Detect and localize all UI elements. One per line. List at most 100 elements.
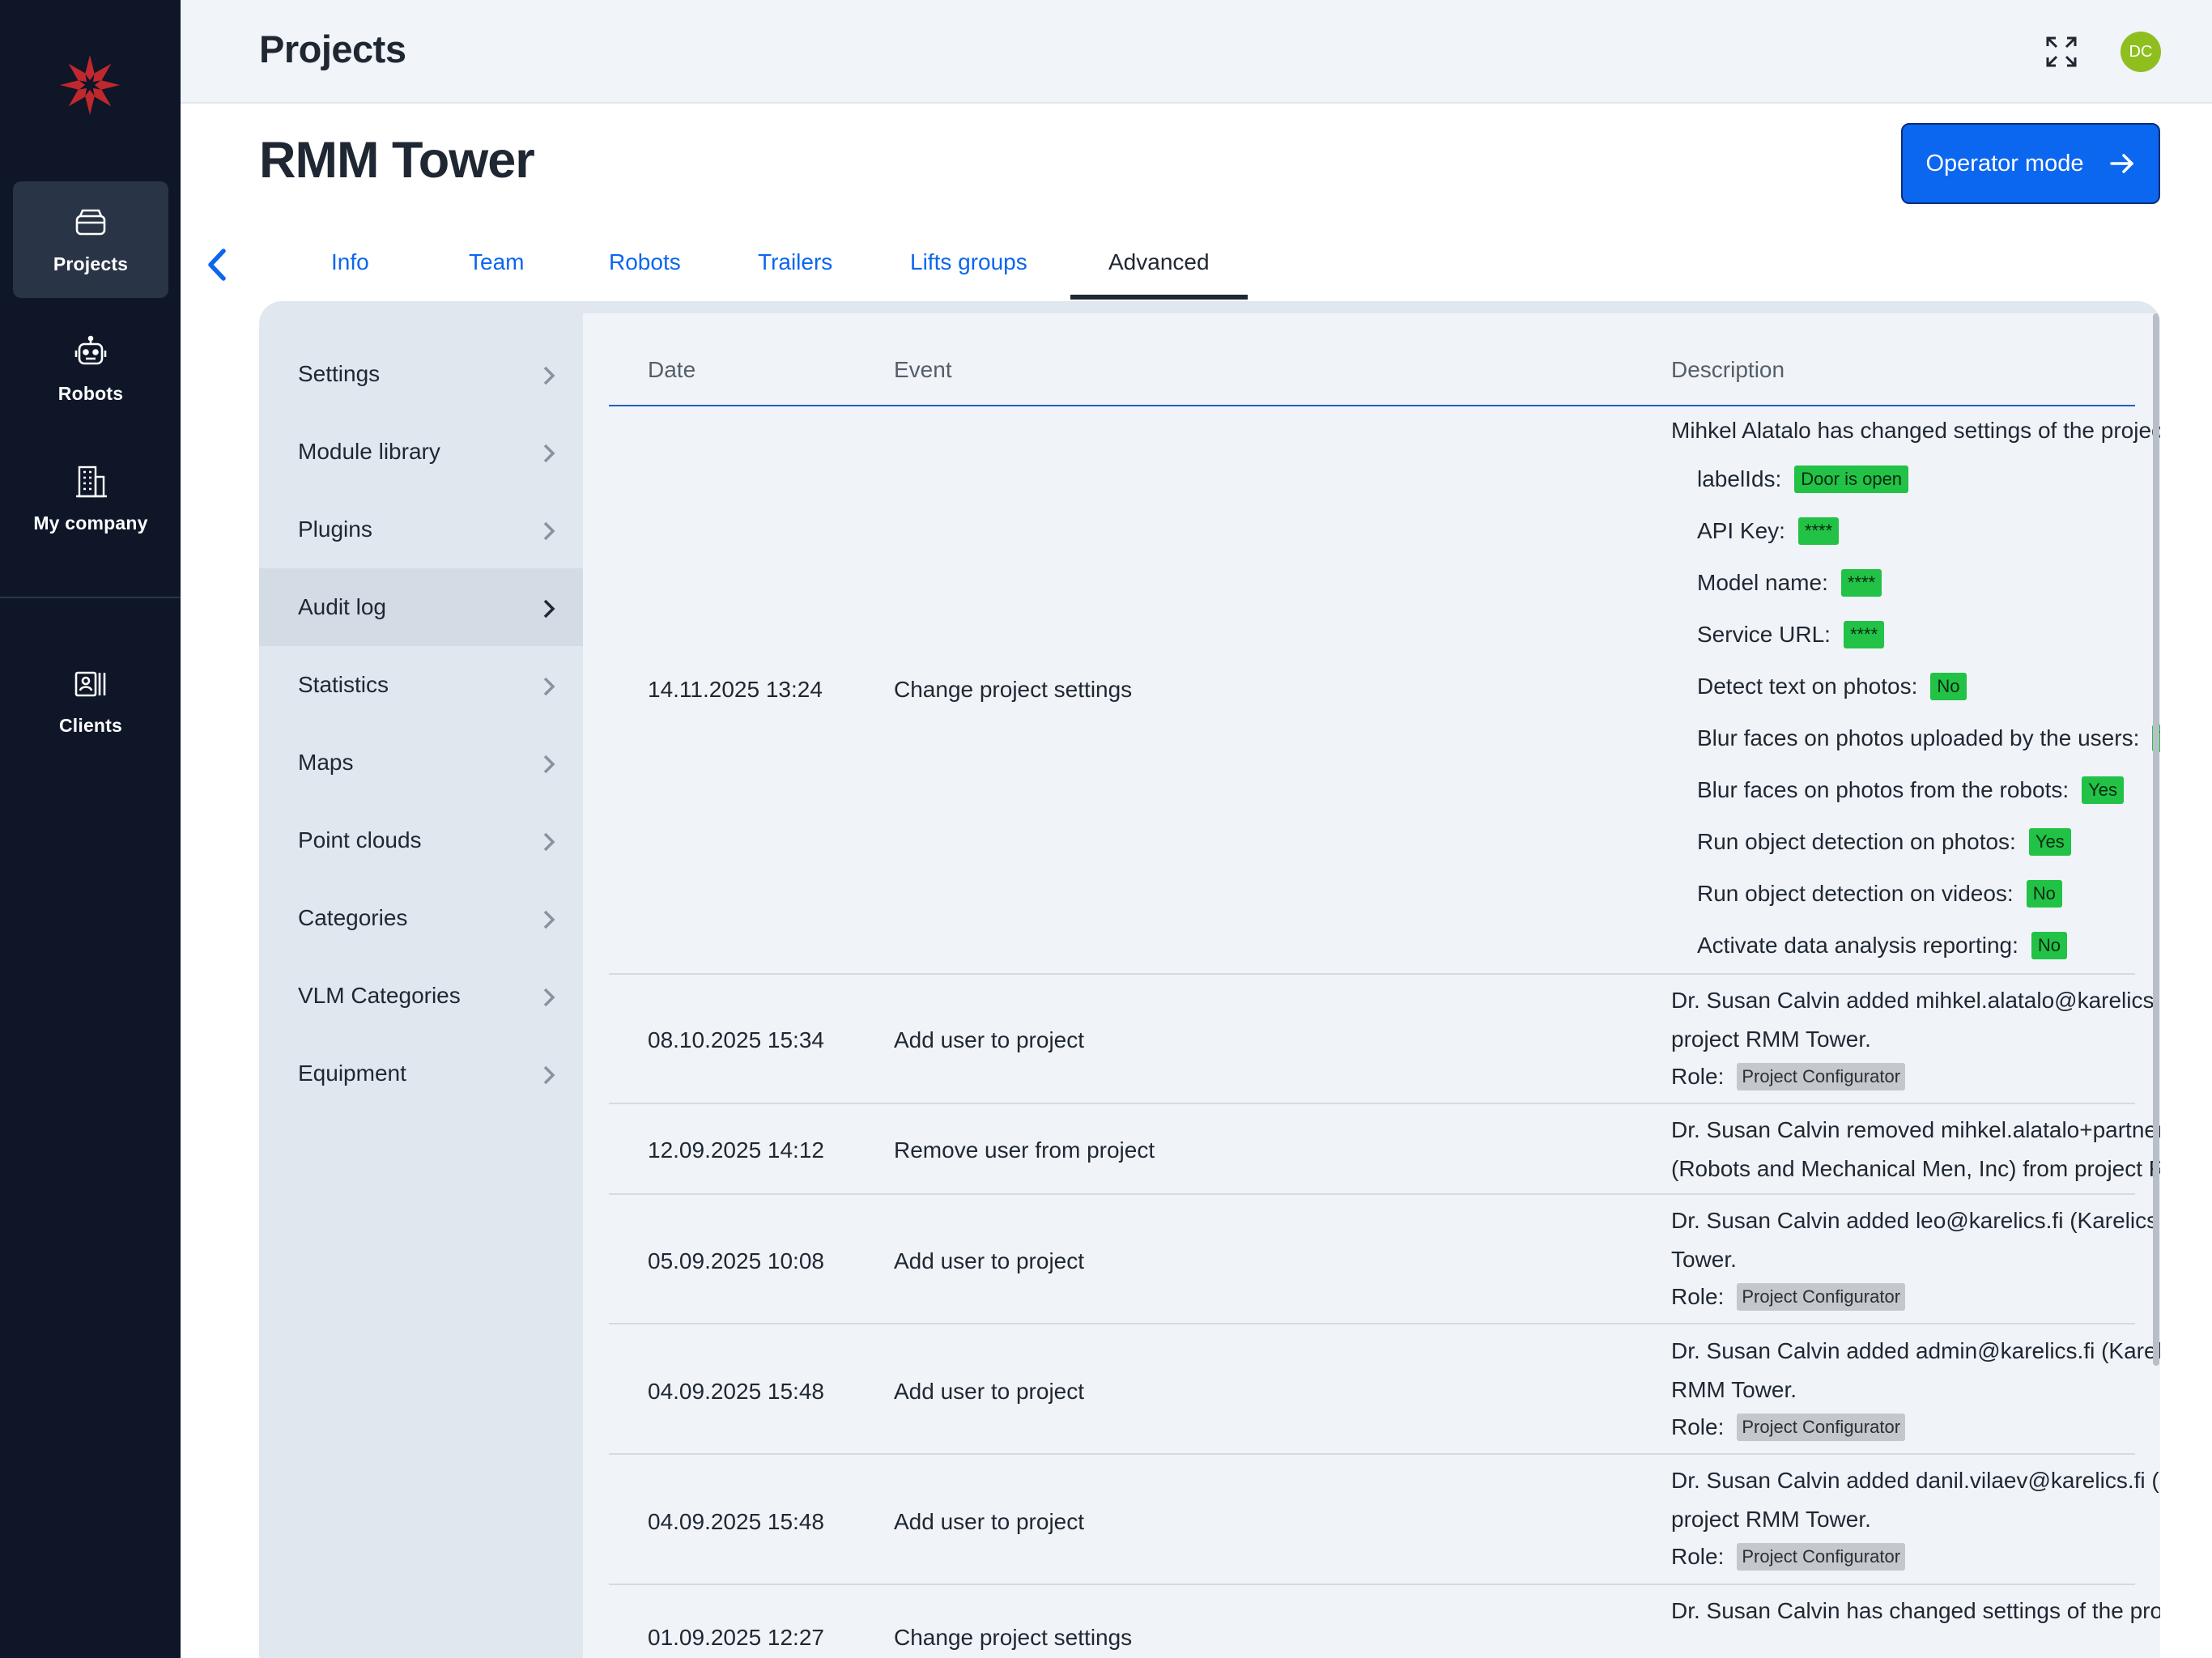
operator-mode-label: Operator mode — [1925, 150, 2084, 176]
role-line: Role: Project Configurator — [1671, 1283, 1906, 1311]
setting-label: Run object detection on photos: — [1697, 829, 2016, 854]
value-badge: No — [2026, 880, 2062, 908]
tab-lifts-groups[interactable]: Lifts groups — [910, 249, 1027, 275]
setting-change: Service URL: **** — [1697, 621, 1885, 648]
row-description-line: Dr. Susan Calvin added admin@karelics.fi… — [1671, 1338, 2160, 1363]
rail-item-robots[interactable]: Robots — [13, 311, 168, 427]
setting-change: Activate data analysis reporting: No — [1697, 932, 2068, 959]
row-description-line: project RMM Tower. — [1671, 1507, 1871, 1532]
back-chevron-icon[interactable] — [202, 246, 232, 283]
chevron-right-icon — [543, 1065, 555, 1085]
advanced-side-menu: Settings Module library Plugins Audit lo… — [259, 301, 583, 1658]
rail-label-projects: Projects — [53, 253, 129, 274]
menu-item-equipment[interactable]: Equipment — [259, 1035, 583, 1112]
menu-item-statistics[interactable]: Statistics — [259, 646, 583, 724]
tab-advanced[interactable]: Advanced — [1108, 249, 1210, 275]
menu-item-vlm-categories[interactable]: VLM Categories — [259, 957, 583, 1035]
setting-change: API Key: **** — [1697, 517, 1840, 545]
value-badge: Door is open — [1794, 466, 1909, 493]
project-box-icon — [75, 209, 106, 235]
rail-label-clients: Clients — [58, 714, 123, 736]
chevron-right-icon — [543, 444, 555, 463]
setting-label: Model name: — [1697, 570, 1828, 595]
setting-label: labelIds: — [1697, 466, 1782, 491]
setting-label: Blur faces on photos from the robots: — [1697, 777, 2069, 802]
setting-change: Blur faces on photos uploaded by the use… — [1697, 725, 2160, 752]
arrow-right-icon — [2109, 154, 2133, 173]
menu-label: VLM Categories — [298, 983, 461, 1008]
role-label: Role: — [1671, 1064, 1725, 1089]
role-label: Role: — [1671, 1544, 1725, 1569]
rail-label-my-company: My company — [33, 512, 148, 534]
chevron-right-icon — [543, 988, 555, 1007]
row-event: Add user to project — [894, 1027, 1085, 1052]
row-divider — [609, 1103, 2135, 1104]
tab-team[interactable]: Team — [469, 249, 524, 275]
chevron-right-icon — [543, 832, 555, 852]
tab-robots[interactable]: Robots — [609, 249, 681, 275]
menu-item-maps[interactable]: Maps — [259, 724, 583, 801]
row-event: Add user to project — [894, 1248, 1085, 1273]
setting-change: Detect text on photos: No — [1697, 673, 1967, 700]
tab-trailers[interactable]: Trailers — [758, 249, 832, 275]
row-divider — [609, 1193, 2135, 1195]
menu-item-categories[interactable]: Categories — [259, 879, 583, 957]
column-header-event[interactable]: Event — [894, 357, 952, 383]
role-label: Role: — [1671, 1414, 1725, 1439]
chevron-right-icon — [543, 677, 555, 696]
row-event: Change project settings — [894, 677, 1133, 702]
menu-item-module-library[interactable]: Module library — [259, 413, 583, 491]
rail-item-projects[interactable]: Projects — [13, 181, 168, 298]
menu-item-settings[interactable]: Settings — [259, 335, 583, 413]
top-bar: Projects — [181, 0, 2212, 104]
row-date: 14.11.2025 13:24 — [648, 677, 823, 702]
rail-item-my-company[interactable]: My company — [13, 440, 168, 557]
row-description: Dr. Susan Calvin has changed settings of… — [1671, 1598, 2160, 1623]
rail-label-robots: Robots — [57, 382, 124, 404]
row-event: Change project settings — [894, 1625, 1133, 1650]
chevron-right-icon — [543, 910, 555, 929]
row-description-line: Tower. — [1671, 1247, 1737, 1272]
row-event: Remove user from project — [894, 1137, 1155, 1163]
menu-label: Categories — [298, 905, 408, 930]
role-line: Role: Project Configurator — [1671, 1414, 1906, 1441]
row-date: 01.09.2025 12:27 — [648, 1625, 824, 1650]
operator-mode-button[interactable]: Operator mode — [1901, 123, 2160, 204]
menu-item-point-clouds[interactable]: Point clouds — [259, 801, 583, 879]
role-line: Role: Project Configurator — [1671, 1063, 1906, 1090]
row-date: 04.09.2025 15:48 — [648, 1379, 824, 1404]
setting-change: labelIds: Door is open — [1697, 466, 1909, 493]
menu-label: Audit log — [298, 594, 386, 619]
setting-change: Run object detection on photos: Yes — [1697, 828, 2071, 856]
menu-label: Module library — [298, 439, 440, 464]
user-avatar[interactable]: DC — [2121, 32, 2161, 72]
vertical-scrollbar[interactable] — [2153, 313, 2159, 1366]
setting-change: Run object detection on videos: No — [1697, 880, 2062, 908]
rail-item-clients[interactable]: Clients — [13, 643, 168, 759]
value-badge: **** — [1840, 569, 1882, 597]
row-divider — [609, 1453, 2135, 1455]
column-header-date[interactable]: Date — [648, 357, 696, 383]
fullscreen-icon[interactable] — [2045, 36, 2078, 68]
value-badge: **** — [1843, 621, 1885, 648]
table-header-divider — [609, 405, 2135, 406]
column-header-description[interactable]: Description — [1671, 357, 1784, 383]
role-label: Role: — [1671, 1284, 1725, 1309]
menu-label: Point clouds — [298, 827, 422, 852]
row-divider — [609, 973, 2135, 975]
setting-label: API Key: — [1697, 518, 1785, 543]
row-description-line: Dr. Susan Calvin added leo@karelics.fi (… — [1671, 1208, 2160, 1233]
menu-label: Equipment — [298, 1061, 406, 1086]
role-badge: Project Configurator — [1737, 1063, 1906, 1090]
role-badge: Project Configurator — [1737, 1414, 1906, 1441]
setting-label: Run object detection on videos: — [1697, 881, 2014, 906]
row-description-line: Dr. Susan Calvin added mihkel.alatalo@ka… — [1671, 988, 2160, 1013]
menu-item-plugins[interactable]: Plugins — [259, 491, 583, 568]
tab-info[interactable]: Info — [331, 249, 369, 275]
snowflake-logo[interactable] — [58, 53, 121, 117]
menu-item-audit-log[interactable]: Audit log — [259, 568, 583, 646]
setting-change: Model name: **** — [1697, 569, 1882, 597]
chevron-right-icon — [543, 755, 555, 774]
value-badge: **** — [1797, 517, 1840, 545]
chevron-right-icon — [543, 599, 555, 619]
